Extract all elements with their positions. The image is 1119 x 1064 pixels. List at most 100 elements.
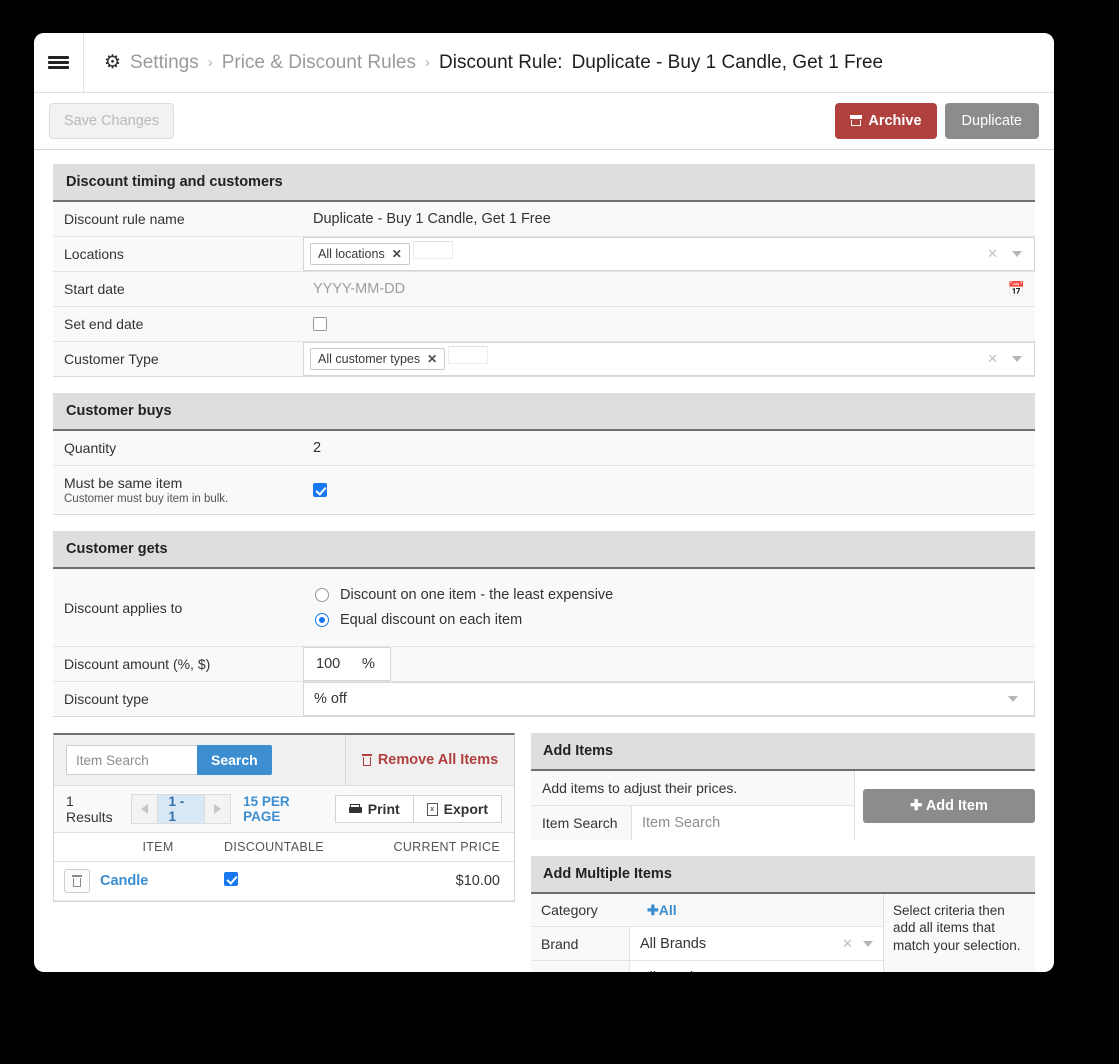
top-bar: ⚙ Settings › Price & Discount Rules › Di…	[34, 33, 1054, 93]
category-add-all-link[interactable]: ✚All	[629, 902, 677, 919]
discount-type-controls	[1008, 696, 1024, 702]
add-items-search-input[interactable]	[632, 806, 854, 840]
category-label: Category	[541, 902, 598, 918]
discount-amount-unit: %	[362, 656, 375, 672]
discount-rule-name-value-cell	[303, 202, 1035, 236]
col-item: ITEM	[98, 833, 218, 862]
vendor-value: All Vendors	[640, 970, 713, 973]
item-discountable-checkbox[interactable]	[224, 872, 238, 886]
criteria-note: Select criteria then add all items that …	[893, 903, 1021, 953]
start-date-input[interactable]: YYYY-MM-DD 📅	[303, 272, 1035, 306]
customer-type-clear-icon[interactable]: ✕	[987, 351, 998, 367]
add-item-button-wrap: ✚ Add Item	[855, 771, 1035, 840]
locations-multiselect[interactable]: All locations ✕ ✕	[303, 237, 1035, 271]
breadcrumb-current-prefix: Discount Rule:	[439, 51, 563, 73]
discount-type-value-cell: % off	[303, 682, 1035, 716]
must-be-same-item-label: Must be same item	[64, 475, 183, 491]
pagination-controls: 1 - 1	[131, 794, 232, 824]
customer-type-multiselect[interactable]: All customer types ✕ ✕	[303, 342, 1035, 376]
add-items-title: Add Items	[531, 733, 1035, 771]
locations-clear-icon[interactable]: ✕	[987, 246, 998, 262]
print-export-group: Print x Export	[334, 795, 502, 823]
page-range-indicator[interactable]: 1 - 1	[158, 794, 204, 824]
delete-item-button[interactable]	[64, 869, 90, 893]
brand-value: All Brands	[640, 935, 707, 952]
discount-timing-panel: Discount timing and customers Discount r…	[53, 164, 1035, 377]
row-discount-amount: Discount amount (%, $) %	[53, 647, 1035, 682]
radio-least-expensive[interactable]	[315, 588, 329, 602]
gear-icon[interactable]: ⚙	[104, 53, 121, 72]
chevron-down-icon[interactable]	[863, 940, 873, 947]
item-list-panel: Search Remove All Items 1 Results 1 - 1 …	[53, 733, 515, 972]
chevron-down-icon[interactable]	[1012, 356, 1022, 362]
printer-icon	[348, 803, 362, 815]
per-page-selector[interactable]: 15 PER PAGE	[243, 794, 323, 824]
discount-rule-name-input[interactable]	[303, 202, 1035, 236]
customer-buys-panel: Customer buys Quantity Must be same item…	[53, 393, 1035, 515]
discount-amount-field[interactable]: %	[303, 647, 391, 681]
quantity-input[interactable]	[303, 431, 1035, 465]
row-category: Category ✚All	[531, 894, 883, 927]
brand-label: Brand	[541, 935, 579, 952]
remove-all-items-button[interactable]: Remove All Items	[346, 735, 514, 785]
page-title: Duplicate - Buy 1 Candle, Get 1 Free	[571, 51, 884, 73]
row-must-be-same-item: Must be same item Customer must buy item…	[53, 466, 1035, 515]
breadcrumb-settings[interactable]: Settings	[130, 52, 199, 74]
radio-equal-discount[interactable]	[315, 613, 329, 627]
customer-type-tag-remove-icon[interactable]: ✕	[427, 352, 437, 366]
next-page-button[interactable]	[203, 795, 231, 823]
customer-type-input-ghost[interactable]	[448, 346, 489, 364]
locations-input-ghost[interactable]	[412, 241, 453, 259]
print-button[interactable]: Print	[336, 796, 413, 822]
duplicate-button[interactable]: Duplicate	[944, 102, 1039, 140]
hamburger-icon[interactable]	[34, 33, 84, 92]
bottom-section: Search Remove All Items 1 Results 1 - 1 …	[34, 733, 1054, 972]
item-discountable-cell	[218, 861, 378, 901]
customer-type-controls: ✕	[987, 351, 1028, 367]
discount-type-select[interactable]: % off	[303, 682, 1035, 716]
export-label: Export	[443, 801, 488, 817]
chevron-down-icon[interactable]	[1012, 251, 1022, 257]
row-discount-applies-to: Discount applies to Discount on one item…	[53, 569, 1035, 647]
start-date-label: Start date	[64, 281, 125, 297]
category-all-label: All	[658, 901, 677, 918]
set-end-date-checkbox[interactable]	[313, 317, 327, 331]
vendor-select[interactable]: All Vendors	[629, 961, 883, 972]
prev-page-button[interactable]	[132, 795, 159, 823]
add-multiple-items-body: Category ✚All Brand All Brands ✕ Select …	[531, 894, 1035, 972]
save-changes-button[interactable]: Save Changes	[49, 102, 175, 140]
add-items-column: Add Items Add items to adjust their pric…	[531, 733, 1035, 972]
add-multiple-items-title: Add Multiple Items	[531, 856, 1035, 894]
discount-type-label: Discount type	[64, 691, 149, 707]
col-current-price: CURRENT PRICE	[378, 833, 514, 862]
item-search-input[interactable]	[66, 745, 197, 775]
export-button[interactable]: x Export	[412, 796, 501, 822]
radio-option-equal-discount[interactable]: Equal discount on each item	[315, 612, 1035, 628]
add-multiple-side: Select criteria then add all items that …	[883, 894, 1035, 972]
discount-amount-input[interactable]	[314, 655, 354, 673]
locations-tag-remove-icon[interactable]: ✕	[392, 247, 402, 261]
archive-button[interactable]: Archive	[835, 102, 937, 140]
item-search-button[interactable]: Search	[197, 745, 272, 775]
must-be-same-item-checkbox[interactable]	[313, 483, 327, 497]
brand-clear-icon[interactable]: ✕	[842, 936, 853, 952]
start-date-value-cell: YYYY-MM-DD 📅	[303, 272, 1035, 306]
category-value-cell: ✚All	[629, 894, 883, 926]
row-start-date: Start date YYYY-MM-DD 📅	[53, 272, 1035, 307]
add-items-panel: Add Items Add items to adjust their pric…	[531, 733, 1035, 840]
brand-controls: ✕	[842, 936, 873, 952]
item-price: $10.00	[378, 861, 514, 901]
must-be-same-item-sublabel: Customer must buy item in bulk.	[64, 493, 229, 505]
item-name-link[interactable]: Candle	[98, 861, 218, 901]
results-count: 1 Results	[66, 793, 113, 825]
add-item-button[interactable]: ✚ Add Item	[863, 788, 1035, 823]
radio-option-least-expensive[interactable]: Discount on one item - the least expensi…	[315, 587, 1035, 603]
customer-type-tag-label: All customer types	[318, 352, 421, 366]
action-bar: Save Changes Archive Duplicate	[34, 93, 1054, 150]
discount-amount-value-cell: %	[303, 647, 1035, 681]
chevron-down-icon[interactable]	[1008, 696, 1018, 702]
plus-icon: ✚	[647, 901, 659, 918]
breadcrumb-price-discount-rules[interactable]: Price & Discount Rules	[222, 52, 416, 74]
calendar-icon[interactable]: 📅	[1008, 281, 1025, 298]
brand-select[interactable]: All Brands ✕	[629, 927, 883, 960]
